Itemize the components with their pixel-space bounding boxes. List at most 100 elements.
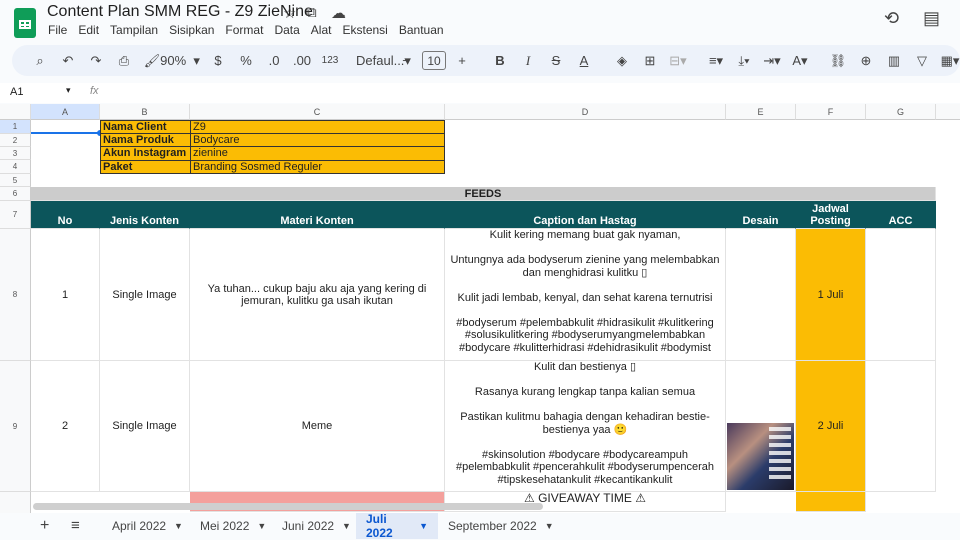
all-sheets-icon[interactable]: ≡ [71,517,80,534]
undo-icon[interactable]: ↶ [56,49,80,73]
row-header-4[interactable]: 4 [0,160,31,174]
cell-reference[interactable]: A1 [10,86,23,98]
text-wrap-icon[interactable]: ⇥▾ [760,49,784,73]
row-header-9[interactable]: 9 [0,361,31,492]
redo-icon[interactable]: ↷ [84,49,108,73]
entry-caption[interactable]: Kulit dan bestienya ▯ Rasanya kurang len… [445,361,726,492]
header-no[interactable]: No [31,201,100,229]
chevron-down-icon[interactable]: ▼ [342,521,351,531]
row-header-3[interactable]: 3 [0,147,31,160]
more-formats-button[interactable]: 123 [318,49,342,73]
info-label[interactable]: Akun Instagram [100,146,191,161]
menu-format[interactable]: Format [225,23,263,37]
text-rotation-icon[interactable]: A▾ [788,49,812,73]
header-jadwal-posting[interactable]: Jadwal Posting [796,201,866,229]
entry-acc[interactable] [866,361,936,492]
spreadsheet-grid[interactable]: A B C D E F G 1 2 3 4 5 6 7 8 9 Nama Cli… [0,104,960,513]
column-header-c[interactable]: C [190,104,445,120]
column-header-h[interactable] [936,104,960,120]
column-header-b[interactable]: B [100,104,190,120]
entry-no[interactable]: 2 [31,361,100,492]
italic-button[interactable]: I [516,49,540,73]
menu-extensions[interactable]: Ekstensi [342,23,387,37]
column-header-e[interactable]: E [726,104,796,120]
info-label[interactable]: Nama Produk [100,133,191,147]
menu-file[interactable]: File [48,23,67,37]
decrease-font-size-icon[interactable]: − [394,49,418,73]
sheet-tab-april-2022[interactable]: April 2022 ▼ [102,513,193,539]
sheet-tab-juli-2022[interactable]: Juli 2022 ▼ [356,512,438,540]
header-materi-konten[interactable]: Materi Konten [190,201,445,229]
text-color-icon[interactable]: A [572,49,596,73]
entry-acc[interactable] [866,229,936,361]
entry-no[interactable]: 1 [31,229,100,361]
entry-jadwal[interactable]: 2 Juli [796,361,866,492]
info-value[interactable]: Branding Sosmed Reguler [190,160,445,174]
sheet-tab-september-2022[interactable]: September 2022 ▼ [438,513,564,539]
chart-icon[interactable]: ▥ [882,49,906,73]
formula-input[interactable] [110,84,950,102]
comment-icon[interactable]: ⊕ [854,49,878,73]
horizontal-scrollbar[interactable] [33,503,543,510]
entry-jadwal[interactable] [796,492,866,512]
increase-decimal-button[interactable]: .00 [290,49,314,73]
move-icon[interactable]: ⧉ [306,4,317,21]
link-icon[interactable]: ⛓ [826,49,850,73]
merge-cells-icon[interactable]: ⊟▾ [666,49,690,73]
section-title[interactable]: FEEDS [31,187,936,201]
entry-jadwal[interactable]: 1 Juli [796,229,866,361]
row-header-5[interactable]: 5 [0,174,31,187]
info-label[interactable]: Paket [100,160,191,174]
column-header-g[interactable]: G [866,104,936,120]
cloud-status-icon[interactable]: ☁ [331,4,346,22]
column-header-a[interactable]: A [31,104,100,120]
selected-cell-a1[interactable] [31,120,100,134]
header-acc[interactable]: ACC [866,201,936,229]
star-icon[interactable]: ☆ [283,4,296,22]
sheet-tab-mei-2022[interactable]: Mei 2022 ▼ [190,513,276,539]
sheets-logo[interactable] [14,8,36,38]
info-value[interactable]: zienine [190,146,445,161]
zoom-select[interactable]: 90% ▾ [160,49,200,73]
fill-color-icon[interactable]: ◈ [610,49,634,73]
row-header-7[interactable]: 7 [0,201,31,229]
row-header-6[interactable]: 6 [0,187,31,201]
header-jenis-konten[interactable]: Jenis Konten [100,201,190,229]
decrease-decimal-button[interactable]: .0 [262,49,286,73]
column-header-d[interactable]: D [445,104,726,120]
font-size-input[interactable]: 10 [422,51,446,70]
percent-button[interactable]: % [234,49,258,73]
menu-tools[interactable]: Alat [311,23,332,37]
bold-button[interactable]: B [488,49,512,73]
entry-materi[interactable]: Ya tuhan... cukup baju aku aja yang keri… [190,229,445,361]
entry-jenis[interactable]: Single Image [100,229,190,361]
menu-view[interactable]: Tampilan [110,23,158,37]
menu-edit[interactable]: Edit [78,23,99,37]
chevron-down-icon[interactable]: ▼ [174,521,183,531]
filter-icon[interactable]: ▽ [910,49,934,73]
chevron-down-icon[interactable]: ▼ [257,521,266,531]
increase-font-size-icon[interactable]: + [450,49,474,73]
document-title[interactable]: Content Plan SMM REG - Z9 ZieNine [47,3,313,21]
column-header-f[interactable]: F [796,104,866,120]
info-value[interactable]: Bodycare [190,133,445,147]
menu-data[interactable]: Data [274,23,299,37]
vertical-align-icon[interactable]: ⤓▾ [732,49,756,73]
header-caption[interactable]: Caption dan Hastag [445,201,726,229]
entry-desain[interactable] [726,229,796,361]
design-image[interactable] [727,423,794,490]
select-all-corner[interactable] [0,104,31,120]
entry-desain[interactable] [726,361,796,492]
sheet-tab-juni-2022[interactable]: Juni 2022 ▼ [272,513,361,539]
row-header-8[interactable]: 8 [0,229,31,361]
history-icon[interactable]: ⟲ [884,8,899,29]
comments-icon[interactable]: ▤ [923,8,940,29]
search-icon[interactable]: ⌕ [28,49,52,73]
row-header-1[interactable]: 1 [0,120,31,134]
name-box-dropdown-icon[interactable]: ▾ [66,85,71,96]
add-sheet-icon[interactable]: + [40,517,49,535]
strikethrough-icon[interactable]: S [544,49,568,73]
header-desain[interactable]: Desain [726,201,796,229]
functions-icon[interactable]: ▦▾ [938,49,960,73]
entry-materi[interactable]: Meme [190,361,445,492]
